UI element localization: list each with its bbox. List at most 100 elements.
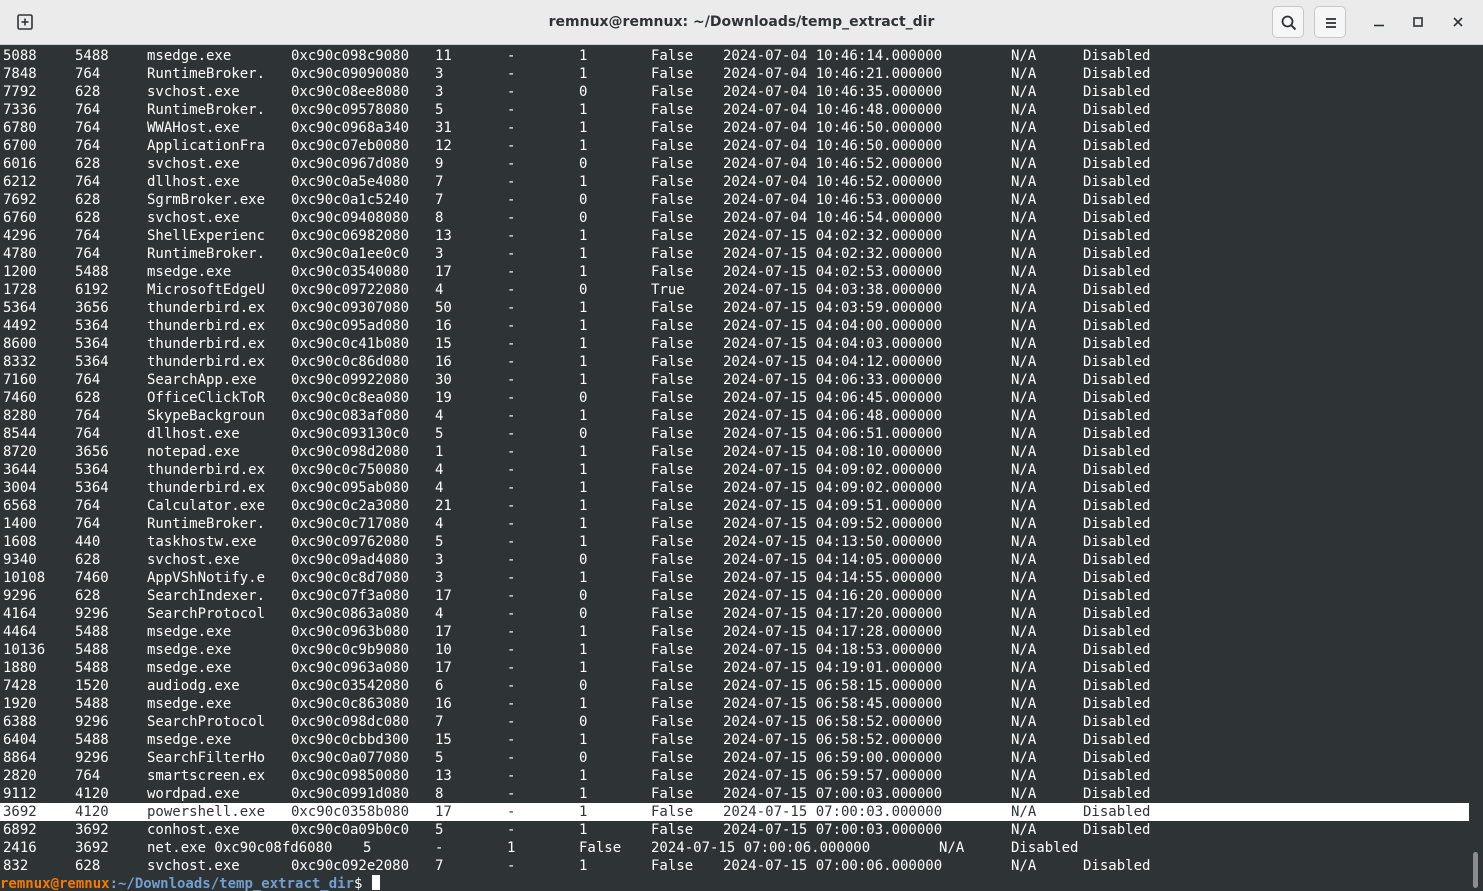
terminal-output[interactable]: 5088 5488 msedge.exe 0xc90c098c9080 11-1 Fals… xyxy=(0,46,1469,891)
menu-button[interactable] xyxy=(1314,6,1346,38)
process-row: 7428 1520 audiodg.exe 0xc90c03542080 6 - 0 Fals… xyxy=(0,677,1469,695)
cell-pid: 7336 xyxy=(3,102,37,118)
cell-ppid: 764 xyxy=(75,102,101,118)
cell-wow64: False xyxy=(651,516,694,532)
cell-exit-time: N/A xyxy=(1011,660,1037,676)
cell-pid: 8864 xyxy=(3,750,37,766)
cell-handles: - xyxy=(507,642,516,658)
cell-file-output: Disabled xyxy=(1083,444,1151,460)
cell-wow64: False xyxy=(651,84,694,100)
scrollbar-thumb[interactable] xyxy=(1473,852,1478,888)
cell-image-name: svchost.exe xyxy=(147,84,240,100)
process-row: 4296 764 ShellExperienc 0xc90c06982080 13 - 1 F… xyxy=(0,227,1469,245)
cell-image-name: WWAHost.exe xyxy=(147,120,240,136)
cell-ppid: 3656 xyxy=(75,300,109,316)
cell-file-output: Disabled xyxy=(1083,246,1151,262)
maximize-button[interactable] xyxy=(1406,10,1430,34)
process-row: 7792 628 svchost.exe 0xc90c08ee8080 3 - 0 False… xyxy=(0,83,1469,101)
cell-ppid: 3692 xyxy=(75,840,109,856)
cell-create-time: 2024-07-15 04:19:01.000000 xyxy=(723,660,943,676)
cell-exit-time: N/A xyxy=(1011,228,1037,244)
cell-image-name: thunderbird.ex xyxy=(147,300,266,316)
cell-create-time: 2024-07-15 04:17:28.000000 xyxy=(723,624,943,640)
cell-offset: 0xc90c0a5e4080 xyxy=(291,174,410,190)
cell-wow64: False xyxy=(651,174,694,190)
cell-file-output: Disabled xyxy=(1083,228,1151,244)
cell-pid: 2416 xyxy=(3,840,37,856)
cell-exit-time: N/A xyxy=(1011,750,1037,766)
cell-image-name: audiodg.exe xyxy=(147,678,240,694)
cell-file-output: Disabled xyxy=(1083,786,1151,802)
cell-file-output: Disabled xyxy=(1083,714,1151,730)
cell-session: 0 xyxy=(579,390,588,406)
cell-exit-time: N/A xyxy=(1011,786,1037,802)
cell-handles: - xyxy=(507,264,516,280)
cell-offset: 0xc90c0c9b9080 xyxy=(291,642,410,658)
cell-handles: - xyxy=(507,480,516,496)
cell-threads: 4 xyxy=(435,516,444,532)
cell-ppid: 764 xyxy=(75,246,101,262)
cell-threads: 7 xyxy=(435,858,444,874)
cell-image-name: AppVShNotify.e xyxy=(147,570,266,586)
close-button[interactable] xyxy=(1446,10,1470,34)
cell-pid: 1728 xyxy=(3,282,37,298)
cell-image-name: powershell.exe xyxy=(147,804,266,820)
minimize-icon xyxy=(1374,24,1384,27)
search-button[interactable] xyxy=(1272,6,1304,38)
minimize-button[interactable] xyxy=(1367,10,1391,34)
title-bar[interactable]: remnux@remnux: ~/Downloads/temp_extract_… xyxy=(0,0,1483,45)
cell-file-output: Disabled xyxy=(1083,696,1151,712)
cell-image-name: svchost.exe xyxy=(147,858,240,874)
cell-pid: 7692 xyxy=(3,192,37,208)
cell-threads: 1 xyxy=(435,444,444,460)
cell-ppid: 764 xyxy=(75,228,101,244)
cell-handles: - xyxy=(507,660,516,676)
cell-create-time: 2024-07-04 10:46:52.000000 xyxy=(723,174,943,190)
cell-ppid: 764 xyxy=(75,408,101,424)
cell-file-output: Disabled xyxy=(1083,660,1151,676)
cell-threads: 3 xyxy=(435,552,444,568)
cell-create-time: 2024-07-15 04:03:38.000000 xyxy=(723,282,943,298)
cell-offset: 0xc90c0c863080 xyxy=(291,696,410,712)
cell-wow64: False xyxy=(651,714,694,730)
cell-pid: 7428 xyxy=(3,678,37,694)
cell-wow64: False xyxy=(651,480,694,496)
cell-session: 0 xyxy=(579,714,588,730)
cell-exit-time: N/A xyxy=(1011,768,1037,784)
cell-threads: 11 xyxy=(435,48,452,64)
cell-wow64: False xyxy=(651,354,694,370)
cell-pid: 7160 xyxy=(3,372,37,388)
cell-image-name: thunderbird.ex xyxy=(147,318,266,334)
cell-image-name: wordpad.exe xyxy=(147,786,240,802)
cell-wow64: False xyxy=(651,462,694,478)
cell-pid: 8600 xyxy=(3,336,37,352)
cell-offset: 0xc90c0c750080 xyxy=(291,462,410,478)
cell-threads: 15 xyxy=(435,336,452,352)
cell-threads: 31 xyxy=(435,120,452,136)
scrollbar-track[interactable] xyxy=(1469,46,1483,891)
cell-create-time: 2024-07-15 04:08:10.000000 xyxy=(723,444,943,460)
cell-threads: 21 xyxy=(435,498,452,514)
prompt-path: :~/Downloads/temp_extract_dir xyxy=(109,876,355,891)
cell-threads: 16 xyxy=(435,318,452,334)
cell-image-name: msedge.exe xyxy=(147,696,232,712)
cell-pid: 1608 xyxy=(3,534,37,550)
shell-prompt[interactable]: remnux@remnux:~/Downloads/temp_extract_d… xyxy=(0,875,1469,891)
cell-offset: 0xc90c098c9080 xyxy=(291,48,410,64)
cell-offset: 0xc90c093130c0 xyxy=(291,426,410,442)
cell-threads: 5 xyxy=(435,102,444,118)
cell-image-name: smartscreen.ex xyxy=(147,768,266,784)
cell-pid: 3644 xyxy=(3,462,37,478)
cell-threads: 15 xyxy=(435,732,452,748)
cell-file-output: Disabled xyxy=(1083,192,1151,208)
process-row: 5088 5488 msedge.exe 0xc90c098c9080 11 - 1 Fals… xyxy=(0,47,1469,65)
cell-exit-time: N/A xyxy=(1011,498,1037,514)
cell-file-output: Disabled xyxy=(1083,84,1151,100)
cell-handles: - xyxy=(507,570,516,586)
cell-handles: - xyxy=(507,462,516,478)
cell-wow64: False xyxy=(651,606,694,622)
cell-exit-time: N/A xyxy=(1011,174,1037,190)
cell-offset: 0xc90c0a077080 xyxy=(291,750,410,766)
cell-file-output: Disabled xyxy=(1083,408,1151,424)
cell-session: 0 xyxy=(579,426,588,442)
